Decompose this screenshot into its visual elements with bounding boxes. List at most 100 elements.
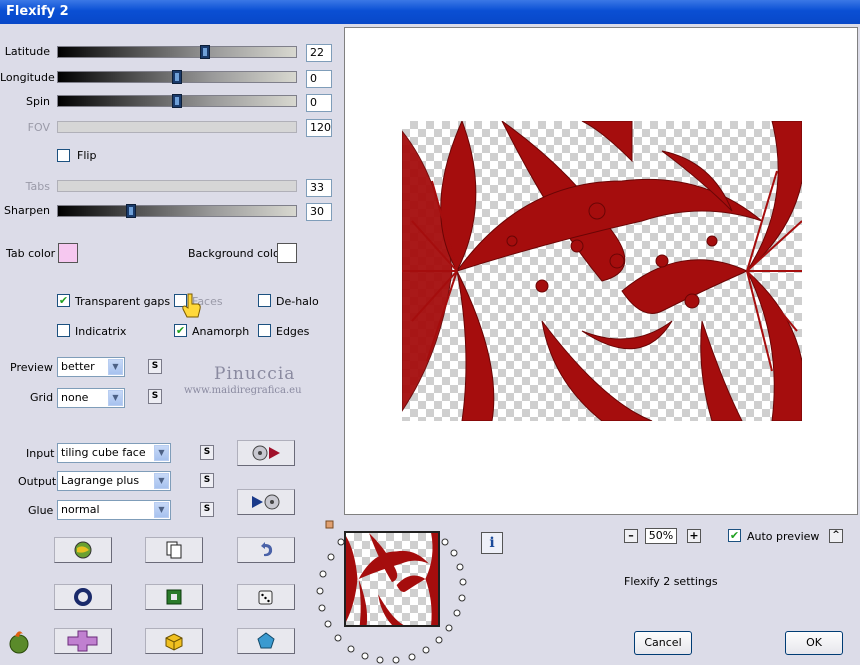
tabs-value: 33 [306, 179, 332, 197]
tabs-slider [57, 180, 297, 192]
auto-preview-checkbox[interactable]: ✔ [728, 529, 741, 542]
expand-button[interactable]: ^ [829, 529, 843, 543]
glue-select[interactable]: normal ▼ [57, 500, 171, 520]
cube-icon [165, 633, 183, 651]
cube-button[interactable] [145, 628, 203, 654]
output-select-value: Lagrange plus [61, 474, 140, 487]
sharpen-value[interactable]: 30 [306, 203, 332, 221]
square-frame-icon [166, 589, 182, 605]
grid-select-value: none [61, 391, 89, 404]
fov-slider [57, 121, 297, 133]
settings-name: Flexify 2 settings [624, 575, 718, 588]
tab-color-swatch[interactable] [58, 243, 78, 263]
info-button[interactable]: i [481, 532, 503, 554]
load-input-button[interactable] [237, 440, 295, 466]
undo-button[interactable] [237, 537, 295, 563]
zoom-in-button[interactable]: + [687, 529, 701, 543]
glue-label: Glue [28, 504, 54, 517]
input-select-value: tiling cube face [61, 446, 146, 459]
latitude-label: Latitude [4, 45, 50, 58]
glue-select-value: normal [61, 503, 100, 516]
thumbnail-preview[interactable] [344, 531, 440, 627]
chevron-down-icon: ▼ [108, 359, 123, 375]
output-s-button[interactable]: S [200, 473, 214, 488]
spin-value[interactable]: 0 [306, 94, 332, 112]
latitude-slider[interactable] [57, 45, 297, 59]
preview-select[interactable]: better ▼ [57, 357, 125, 377]
flaming-pear-logo-icon [9, 631, 29, 654]
circle-button[interactable] [54, 584, 112, 610]
glue-s-button[interactable]: S [200, 502, 214, 517]
input-label: Input [26, 447, 55, 460]
tabs-label: Tabs [25, 180, 50, 193]
random-dice-button[interactable] [237, 584, 295, 610]
ok-button[interactable]: OK [785, 631, 843, 655]
de-halo-checkbox[interactable] [258, 294, 271, 307]
output-select[interactable]: Lagrange plus ▼ [57, 471, 171, 491]
fov-label: FOV [27, 121, 50, 134]
de-halo-label: De-halo [276, 295, 319, 308]
latitude-value[interactable]: 22 [306, 44, 332, 62]
cross-shape-icon [67, 630, 98, 652]
chevron-down-icon: ▼ [108, 390, 123, 406]
preview-select-value: better [61, 360, 95, 373]
flip-checkbox[interactable] [57, 149, 70, 162]
output-label: Output [18, 475, 57, 488]
edges-label: Edges [276, 325, 310, 338]
dice-icon [258, 590, 273, 605]
preview-image [402, 121, 802, 421]
undo-arrow-icon [261, 542, 273, 557]
fov-value: 120 [306, 119, 332, 137]
ring-icon [74, 588, 92, 606]
disc-arrow-right-icon [252, 445, 280, 461]
anamorph-label: Anamorph [192, 325, 250, 338]
grid-select[interactable]: none ▼ [57, 388, 125, 408]
indicatrix-checkbox[interactable] [57, 324, 70, 337]
cross-button[interactable] [54, 628, 112, 654]
spin-label: Spin [26, 95, 50, 108]
main-preview-canvas[interactable] [344, 27, 858, 515]
grid-s-button[interactable]: S [148, 389, 162, 404]
copy-button[interactable] [145, 537, 203, 563]
indicatrix-label: Indicatrix [75, 325, 127, 338]
transparent-gaps-checkbox[interactable]: ✔ [57, 294, 70, 307]
anamorph-checkbox[interactable]: ✔ [174, 324, 187, 337]
save-output-button[interactable] [237, 489, 295, 515]
flexified-pattern-graphic [402, 121, 802, 421]
longitude-value[interactable]: 0 [306, 70, 332, 88]
random-globe-button[interactable] [54, 537, 112, 563]
chevron-down-icon: ▼ [154, 473, 169, 489]
longitude-slider[interactable] [57, 70, 297, 84]
edges-checkbox[interactable] [258, 324, 271, 337]
auto-preview-label: Auto preview [747, 530, 820, 543]
background-color-swatch[interactable] [277, 243, 297, 263]
zoom-level: 50% [645, 528, 677, 544]
latitude-slider-thumb[interactable] [200, 45, 210, 59]
globe-icon [74, 541, 92, 559]
grid-label: Grid [30, 391, 54, 404]
spin-slider-thumb[interactable] [172, 94, 182, 108]
watermark-site: www.maidiregrafica.eu [184, 385, 302, 396]
pentagon-button[interactable] [237, 628, 295, 654]
chevron-down-icon: ▼ [154, 445, 169, 461]
background-color-label: Background color [188, 247, 285, 260]
cancel-button[interactable]: Cancel [634, 631, 692, 655]
tab-color-label: Tab color [6, 247, 56, 260]
title-bar: Flexify 2 [0, 0, 860, 24]
zoom-out-button[interactable]: – [624, 529, 638, 543]
preview-label: Preview [10, 361, 53, 374]
input-select[interactable]: tiling cube face ▼ [57, 443, 171, 463]
square-button[interactable] [145, 584, 203, 610]
sharpen-slider[interactable] [57, 204, 297, 218]
input-s-button[interactable]: S [200, 445, 214, 460]
sharpen-slider-thumb[interactable] [126, 204, 136, 218]
sharpen-label: Sharpen [4, 204, 50, 217]
transparent-gaps-label: Transparent gaps [75, 295, 171, 308]
chevron-down-icon: ▼ [154, 502, 169, 518]
spin-slider[interactable] [57, 94, 297, 108]
pages-icon [166, 541, 182, 559]
thumbnail-pattern-graphic [346, 533, 438, 625]
preview-s-button[interactable]: S [148, 359, 162, 374]
longitude-slider-thumb[interactable] [172, 70, 182, 84]
pentagon-icon [257, 632, 275, 649]
